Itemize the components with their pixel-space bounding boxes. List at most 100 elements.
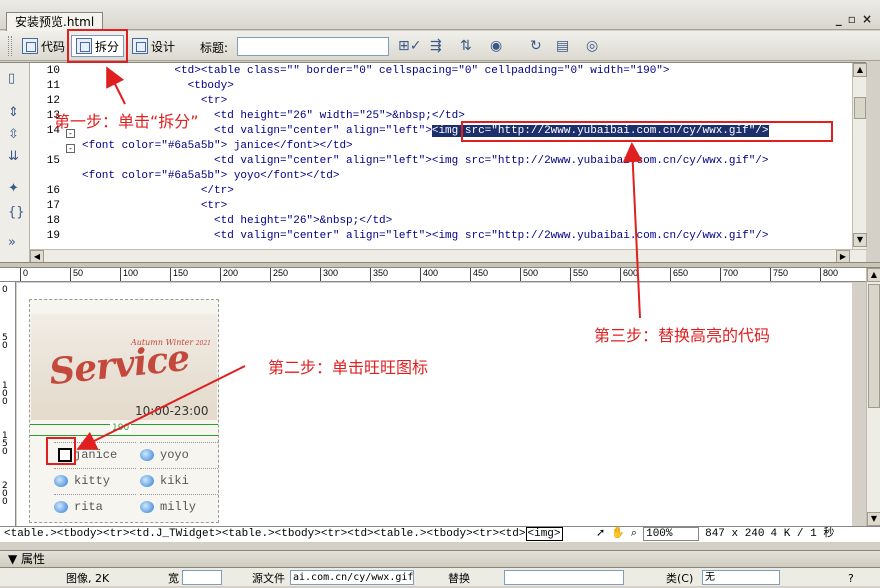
visual-aids-icon[interactable]: ◎ — [586, 38, 598, 54]
contact-cell-kiki[interactable]: kiki — [140, 468, 218, 492]
title-label: 标题: — [200, 41, 229, 55]
contact-cell-milly[interactable]: milly — [140, 494, 218, 518]
code-view-label: 代码 — [41, 39, 66, 54]
alt-select[interactable] — [504, 570, 624, 585]
code-line: <font color="#6a5a5b"> yoyo</font></td> — [82, 170, 340, 182]
contact-cell-kitty[interactable]: kitty — [54, 468, 136, 492]
src-input[interactable]: ai.com.cn/cy/wwx.gif — [290, 570, 414, 585]
ruler-mark: 50 — [70, 268, 83, 281]
collapse-selection-icon[interactable]: ⇳ — [8, 127, 19, 142]
more-options-icon[interactable]: » — [8, 235, 16, 250]
wangwang-icon[interactable] — [54, 474, 68, 487]
wangwang-icon[interactable] — [54, 500, 68, 513]
contact-cell-yoyo[interactable]: yoyo — [140, 442, 218, 466]
refresh-icon[interactable]: ↻ — [530, 38, 542, 54]
restore-icon[interactable]: ▫ — [848, 12, 856, 26]
width-input[interactable] — [182, 570, 222, 585]
ruler-mark: 500 — [520, 268, 538, 281]
scroll-thumb[interactable] — [854, 97, 866, 119]
design-view-button[interactable]: 设计 — [128, 35, 179, 57]
class-label: 类(C) — [666, 572, 694, 585]
tag-selector[interactable]: <table.><tbody><tr><td.J_TWidget><table.… — [4, 527, 563, 541]
ruler-mark: 150 — [170, 268, 188, 281]
ruler-mark: 0 — [20, 268, 28, 281]
wangwang-icon-highlight — [46, 437, 76, 465]
scroll-down-icon[interactable]: ▼ — [867, 512, 880, 526]
contact-cell-rita[interactable]: rita — [54, 494, 136, 518]
alt-label: 替换 — [448, 572, 470, 585]
selected-tag[interactable]: <img> — [525, 527, 563, 541]
toolbar-grip[interactable] — [8, 36, 12, 56]
code-vertical-scrollbar[interactable]: ▲ ▼ — [852, 63, 867, 249]
ruler-mark: 0 — [2, 285, 8, 295]
contact-widget[interactable]: Autumn Winter 2021 Service 10:00-23:00 1… — [29, 299, 219, 523]
properties-panel-header[interactable]: ▼ 属性 — [0, 550, 880, 568]
pointer-tool-icon[interactable]: ➚ — [596, 527, 605, 541]
code-view-button[interactable]: 代码 — [18, 35, 69, 57]
expand-all-icon[interactable]: ⇊ — [8, 149, 19, 164]
zoom-tool-icon[interactable]: ⌕ — [631, 527, 637, 541]
zoom-select[interactable]: 100% — [643, 527, 700, 541]
ruler-mark: 200 — [2, 481, 8, 507]
open-documents-icon[interactable]: ▯ — [8, 71, 15, 86]
editor-window: 安装预览.html _ ▫ × 代码 拆分 设计 标题: ⊞✓ ⇶ ⇅ ◉ ↻ … — [0, 0, 880, 586]
code-line: <tbody> — [82, 80, 234, 92]
scroll-up-icon[interactable]: ▲ — [853, 63, 867, 77]
ruler-mark: 650 — [670, 268, 688, 281]
design-view[interactable]: Autumn Winter 2021 Service 10:00-23:00 1… — [17, 283, 852, 526]
minimize-icon[interactable]: _ — [836, 12, 842, 26]
balance-braces-icon[interactable]: {} — [8, 205, 25, 220]
code-horizontal-scrollbar[interactable]: ◀ ▶ — [30, 249, 866, 264]
step3-annotation: 第三步：替换高亮的代码 — [594, 326, 771, 345]
ruler-mark: 350 — [370, 268, 388, 281]
step1-annotation: 第一步：单击“拆分” — [54, 112, 199, 131]
wangwang-icon[interactable] — [140, 500, 154, 513]
table-width-label: 190 — [110, 423, 132, 433]
scroll-thumb[interactable] — [868, 284, 880, 408]
fold-toggle-icon[interactable]: - — [66, 144, 75, 153]
select-parent-tag-icon[interactable]: ✦ — [8, 181, 19, 196]
ruler-mark: 600 — [620, 268, 638, 281]
help-icon[interactable]: ? — [848, 570, 854, 588]
line-number: 17 — [46, 200, 60, 212]
design-view-icon — [132, 38, 148, 54]
download-size: 4 K / 1 秒 — [770, 528, 835, 540]
close-icon[interactable]: × — [862, 12, 872, 26]
browser-check-icon[interactable]: ⇶ — [430, 38, 442, 54]
ruler-mark: 200 — [220, 268, 238, 281]
code-line: <td><table class="" border="0" cellspaci… — [82, 65, 670, 77]
wangwang-icon[interactable] — [140, 474, 154, 487]
scroll-up-icon[interactable]: ▲ — [867, 268, 880, 282]
highlighted-code-box — [461, 121, 833, 142]
code-line: <td height="26">&nbsp;</td> — [82, 215, 393, 227]
window-controls: _ ▫ × — [836, 12, 872, 26]
code-line: <tr> — [82, 200, 228, 212]
file-management-icon[interactable]: ⇅ — [460, 38, 472, 54]
banner-service-text: Service — [47, 336, 192, 394]
design-vertical-scrollbar[interactable]: ▲ ▼ — [866, 268, 880, 526]
code-line: <font color="#6a5a5b"> janice</font></td… — [82, 140, 353, 152]
hand-tool-icon[interactable]: ✋ — [611, 527, 625, 541]
status-tools: ➚ ✋ ⌕ 100% 847 x 240 4 K / 1 秒 — [596, 527, 834, 541]
line-number: 12 — [46, 95, 60, 107]
title-bar: 安装预览.html _ ▫ × — [0, 0, 880, 31]
title-input[interactable] — [237, 37, 389, 56]
validate-markup-icon[interactable]: ⊞✓ — [398, 38, 421, 54]
scroll-down-icon[interactable]: ▼ — [853, 233, 867, 247]
service-banner-image[interactable]: Autumn Winter 2021 Service 10:00-23:00 — [31, 314, 217, 420]
design-view-label: 设计 — [151, 39, 176, 54]
code-view[interactable]: ▯ ⇕ ⇳ ⇊ ✦ {} » 10 11 12 13 14 15 16 17 1… — [0, 62, 867, 264]
view-options-icon[interactable]: ▤ — [556, 38, 569, 54]
ruler-mark: 250 — [270, 268, 288, 281]
window-size[interactable]: 847 x 240 — [705, 527, 764, 541]
ruler-mark: 50 — [2, 333, 8, 351]
preview-in-browser-icon[interactable]: ◉ — [490, 38, 502, 54]
class-select[interactable]: 无 — [702, 570, 780, 585]
src-label: 源文件 — [252, 572, 285, 585]
line-number: 15 — [46, 155, 60, 167]
collapse-tag-icon[interactable]: ⇕ — [8, 105, 19, 120]
ruler-mark: 700 — [720, 268, 738, 281]
code-view-icon — [22, 38, 38, 54]
wangwang-icon[interactable] — [140, 448, 154, 461]
line-number: 10 — [46, 65, 60, 77]
